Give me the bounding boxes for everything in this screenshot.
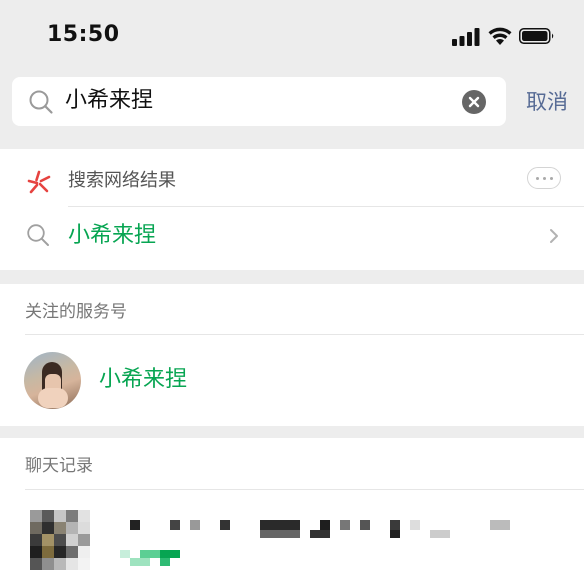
wifi-icon xyxy=(488,27,512,45)
chat-history-item[interactable] xyxy=(0,490,584,580)
web-search-logo-icon xyxy=(27,170,51,194)
more-options-button[interactable] xyxy=(527,167,561,189)
redacted-chat-preview xyxy=(120,550,190,566)
search-icon xyxy=(29,90,53,114)
web-search-title: 搜索网络结果 xyxy=(68,170,176,191)
more-dot-icon xyxy=(536,177,539,180)
account-avatar xyxy=(24,352,81,409)
official-accounts-title: 关注的服务号 xyxy=(25,302,127,322)
official-account-item[interactable]: 小希来捏 xyxy=(0,335,584,426)
search-field[interactable]: 小希来捏 xyxy=(12,77,506,126)
chat-history-title: 聊天记录 xyxy=(25,456,93,476)
search-input[interactable]: 小希来捏 xyxy=(65,87,153,115)
search-icon xyxy=(27,224,49,246)
chevron-right-icon xyxy=(550,229,558,243)
web-search-result-text: 小希来捏 xyxy=(68,223,157,248)
battery-icon xyxy=(519,28,554,44)
more-dot-icon xyxy=(543,177,546,180)
account-name: 小希来捏 xyxy=(99,367,188,392)
clear-search-button[interactable] xyxy=(462,90,486,114)
chat-avatar-pixelated xyxy=(30,510,90,570)
status-bar: 15:50 xyxy=(0,0,584,72)
cancel-button[interactable]: 取消 xyxy=(526,88,568,116)
close-icon xyxy=(468,96,480,108)
status-time: 15:50 xyxy=(47,22,120,47)
web-search-header: 搜索网络结果 xyxy=(0,149,584,206)
redacted-chat-name xyxy=(110,520,510,538)
web-search-section: 搜索网络结果 小希来捏 xyxy=(0,149,584,270)
cellular-signal-icon xyxy=(452,28,480,46)
chat-history-section: 聊天记录 xyxy=(0,438,584,584)
more-dot-icon xyxy=(550,177,553,180)
official-accounts-section: 关注的服务号 小希来捏 xyxy=(0,284,584,426)
web-search-result-item[interactable]: 小希来捏 xyxy=(0,207,584,270)
